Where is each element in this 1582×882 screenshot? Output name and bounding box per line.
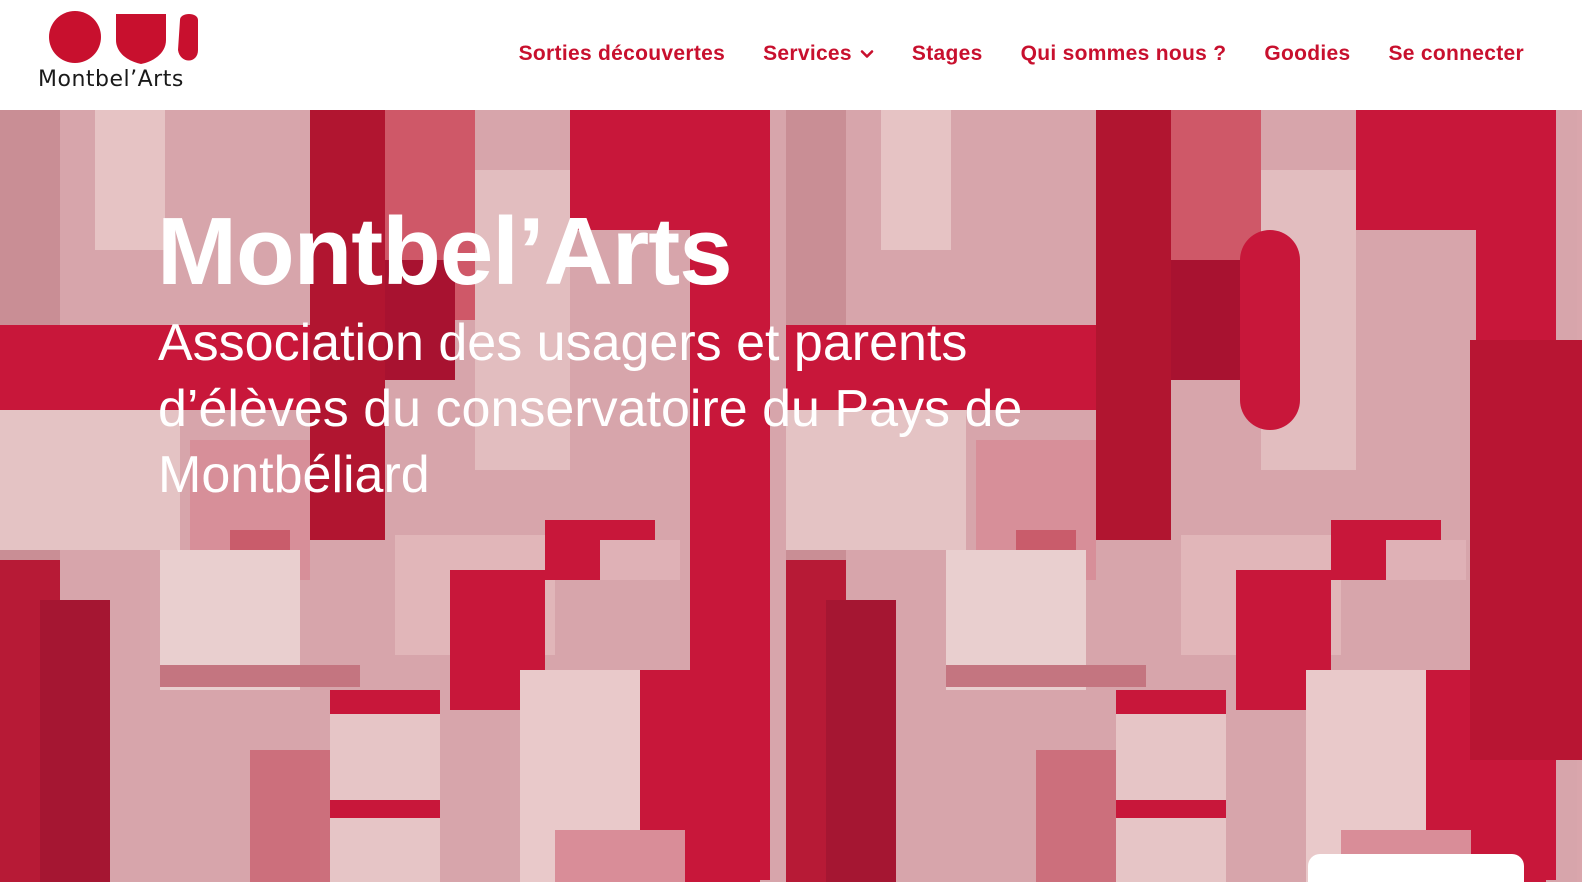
nav-item-services[interactable]: Services [763,42,874,66]
logo-shapes-icon [49,11,198,64]
nav-item-label: Goodies [1264,42,1351,65]
nav-item-goodies[interactable]: Goodies [1264,42,1350,66]
nav-item-sorties-decouvertes[interactable]: Sorties découvertes [519,42,725,66]
site-logo[interactable]: Montbel’Arts [38,10,218,94]
nav-item-qui-sommes-nous[interactable]: Qui sommes nous ? [1021,42,1227,66]
floating-card-edge [1308,854,1524,882]
hero-banner: Montbel’Arts Association des usagers et … [0,110,1582,882]
nav-item-label: Stages [911,42,983,65]
logo-wordmark: Montbel’Arts [38,67,184,92]
nav-item-label: Qui sommes nous ? [1020,42,1227,65]
hero-subtitle: Association des usagers et parents d’élè… [158,314,1023,504]
nav-item-stages[interactable]: Stages [912,42,983,66]
chevron-down-icon [860,50,874,58]
nav-item-label: Services [763,42,852,65]
hero-title: Montbel’Arts [157,198,733,305]
nav-item-se-connecter[interactable]: Se connecter [1389,42,1525,66]
site-header: Montbel’Arts Sorties découvertes Service… [0,0,1582,110]
nav-item-label: Se connecter [1388,42,1524,65]
main-navigation: Sorties découvertes Services Stages Qui … [519,38,1524,70]
nav-item-label: Sorties découvertes [518,42,726,65]
